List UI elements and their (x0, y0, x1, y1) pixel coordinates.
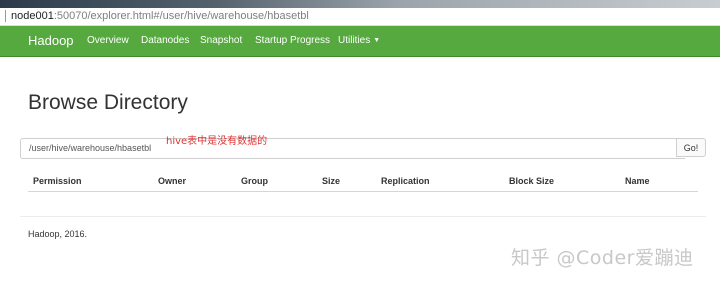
column-header-group[interactable]: Group (241, 176, 268, 186)
table-header-divider (28, 191, 698, 192)
footer-divider (20, 216, 706, 217)
column-header-size[interactable]: Size (322, 176, 340, 186)
address-bar[interactable]: node001:50070/explorer.html#/user/hive/w… (0, 8, 720, 26)
caret-down-icon: ▼ (373, 37, 381, 44)
top-navbar: Hadoop Overview Datanodes Snapshot Start… (0, 26, 720, 57)
url-path: :50070/explorer.html#/user/hive/warehous… (53, 10, 309, 22)
nav-snapshot[interactable]: Snapshot (200, 26, 242, 56)
browser-titlebar (0, 0, 720, 8)
column-header-permission[interactable]: Permission (33, 176, 82, 186)
red-annotation: hive表中是没有数据的 (166, 136, 268, 147)
nav-datanodes[interactable]: Datanodes (141, 26, 189, 56)
nav-overview[interactable]: Overview (87, 26, 129, 56)
column-header-name[interactable]: Name (625, 176, 650, 186)
nav-utilities-label: Utilities (338, 35, 371, 46)
address-bar-separator (5, 10, 6, 22)
nav-startup-progress[interactable]: Startup Progress (255, 26, 330, 56)
page-title: Browse Directory (28, 91, 188, 114)
directory-path-input[interactable] (20, 138, 685, 159)
go-button[interactable]: Go! (676, 138, 706, 157)
url-host: node001 (11, 10, 54, 22)
column-header-owner[interactable]: Owner (158, 176, 186, 186)
nav-utilities[interactable]: Utilities ▼ (338, 26, 380, 57)
url-text[interactable]: node001:50070/explorer.html#/user/hive/w… (11, 9, 309, 24)
watermark: 知乎 @Coder爱蹦迪 (511, 247, 694, 269)
footer-text: Hadoop, 2016. (28, 229, 88, 239)
brand-link[interactable]: Hadoop (28, 26, 74, 56)
column-header-block-size[interactable]: Block Size (509, 176, 554, 186)
column-header-replication[interactable]: Replication (381, 176, 430, 186)
